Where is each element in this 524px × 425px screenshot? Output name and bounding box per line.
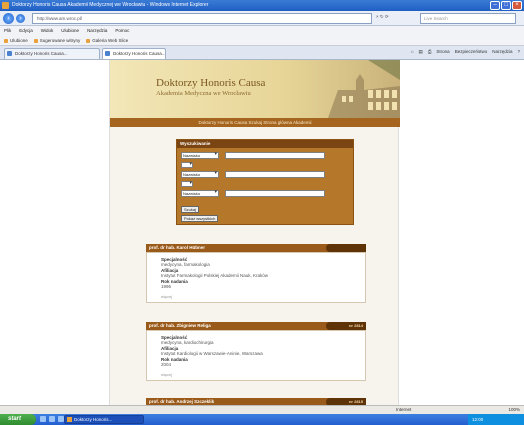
field-select-3[interactable]: Nazwisko <box>181 190 219 197</box>
web-slice-link[interactable]: Galeria Web Slice <box>86 36 128 45</box>
result-name: prof. dr hab. Andrzej Szczeklik <box>149 399 215 404</box>
ie-icon <box>67 417 72 422</box>
search-form-heading: Wyszukiwanie <box>177 140 353 148</box>
result-card-body: Specjalność medycyna, kardiochirurgia Af… <box>146 330 366 381</box>
safety-menu[interactable]: Bezpieczeństwo <box>455 49 488 55</box>
page-viewport[interactable]: Doktorzy Honoris Causa Akademia Medyczna… <box>0 60 524 414</box>
start-button[interactable]: start <box>0 414 36 425</box>
result-card-header[interactable]: prof. dr hab. Zbigniew Religa nr 2814 <box>146 322 366 330</box>
menu-favorites[interactable]: Ulubione <box>61 26 79 36</box>
result-badge: nr 2814 <box>326 322 366 330</box>
clock[interactable]: 12:00 <box>472 417 483 422</box>
year-value: 1996 <box>161 284 172 289</box>
more-link[interactable]: więcej <box>161 372 359 377</box>
tab-bar: Doktorzy Honoris Causa... Doktorzy Honor… <box>0 46 524 60</box>
favorites-link[interactable]: Ulubione <box>4 36 28 45</box>
command-bar: ⌂ ▤ ⎙ Strona Bezpieczeństwo Narzędzia ? <box>411 49 520 55</box>
page-icon <box>7 51 12 56</box>
discipline-value: medycyna, farmakologia <box>161 262 210 267</box>
result-card-header[interactable]: prof. dr hab. Karol Hübner <box>146 244 366 252</box>
security-zone[interactable]: Internet <box>396 406 411 414</box>
affiliation-value: Instytut Kardiologii w Warszawie-Aninie,… <box>161 351 263 356</box>
feeds-icon[interactable]: ▤ <box>419 49 423 55</box>
maximize-button[interactable]: □ <box>501 1 511 10</box>
zoom-level[interactable]: 100% <box>508 406 520 414</box>
site-subtitle: Akademia Medyczna we Wrocławiu <box>156 90 251 97</box>
menu-help[interactable]: Pomoc <box>115 26 129 36</box>
tools-menu[interactable]: Narzędzia <box>492 49 512 55</box>
menu-bar: Plik Edycja Widok Ulubione Narzędzia Pom… <box>0 26 524 36</box>
taskbar-item-label: Doktorzy Honoris... <box>74 417 113 422</box>
star-icon <box>4 38 8 43</box>
field-select-1[interactable]: Nazwisko <box>181 152 219 159</box>
suggested-sites-label: Sugerowane witryny <box>39 38 81 43</box>
quick-launch <box>40 416 64 422</box>
back-button[interactable]: ‹ <box>3 13 14 24</box>
result-card: prof. dr hab. Karol Hübner Specjalność m… <box>146 244 366 303</box>
taskbar-item[interactable]: Doktorzy Honoris... <box>64 415 144 424</box>
top-navigation[interactable]: Doktorzy Honoris Causa Szukaj Strona głó… <box>110 118 400 127</box>
operator-select-1[interactable] <box>181 161 193 168</box>
close-button[interactable]: × <box>512 1 522 10</box>
building-illustration <box>328 60 400 118</box>
year-value: 2004 <box>161 362 172 367</box>
result-card-body: Specjalność medycyna, farmakologia Afili… <box>146 252 366 303</box>
more-link[interactable]: więcej <box>161 294 359 299</box>
search-button[interactable]: Szukaj <box>181 206 200 213</box>
favorites-label: Ulubione <box>10 38 28 43</box>
refresh-stop-buttons[interactable]: × ↻ ⟳ <box>376 14 389 20</box>
print-icon[interactable]: ⎙ <box>428 49 432 55</box>
desktop-icon[interactable] <box>40 416 46 422</box>
search-input[interactable]: Live Search <box>420 13 516 24</box>
taskbar: start Doktorzy Honoris... 12:00 <box>0 414 524 425</box>
site-title: Doktorzy Honoris Causa <box>156 77 266 89</box>
affiliation-value: Instytut Farmakologii Polskiej Akademii … <box>161 273 269 278</box>
search-field-1[interactable] <box>225 152 325 159</box>
result-name: prof. dr hab. Zbigniew Religa <box>149 323 211 328</box>
search-field-2[interactable] <box>225 171 325 178</box>
ie-icon <box>2 2 9 9</box>
search-form: Wyszukiwanie Nazwisko Nazwisko Nazwisko … <box>176 139 354 225</box>
window-controls: – □ × <box>490 1 522 10</box>
menu-edit[interactable]: Edycja <box>19 26 33 36</box>
system-tray: 12:00 <box>468 414 524 425</box>
search-field-3[interactable] <box>225 190 325 197</box>
slice-icon <box>86 38 91 43</box>
web-slice-label: Galeria Web Slice <box>92 38 129 43</box>
status-bar: Internet 100% <box>0 405 524 414</box>
favorites-bar: Ulubione Sugerowane witryny Galeria Web … <box>0 36 524 46</box>
field-select-2[interactable]: Nazwisko <box>181 171 219 178</box>
menu-tools[interactable]: Narzędzia <box>87 26 107 36</box>
address-toolbar: ‹ › http://www.am.wroc.pl/ × ↻ ⟳ Live Se… <box>0 11 524 26</box>
page-menu[interactable]: Strona <box>436 49 449 55</box>
discipline-value: medycyna, kardiochirurgia <box>161 340 214 345</box>
tab-label: Doktorzy Honoris Causa... <box>113 51 166 56</box>
operator-select-2[interactable] <box>181 180 193 187</box>
window-title-bar[interactable]: Doktorzy Honoris Causa Akademii Medyczne… <box>0 0 524 11</box>
page-content: Doktorzy Honoris Causa Akademia Medyczna… <box>109 60 400 414</box>
tab-2[interactable]: Doktorzy Honoris Causa... <box>102 48 166 59</box>
help-menu[interactable]: ? <box>517 49 520 55</box>
minimize-button[interactable]: – <box>490 1 500 10</box>
suggested-sites-link[interactable]: Sugerowane witryny <box>33 36 81 45</box>
tab-1[interactable]: Doktorzy Honoris Causa... <box>4 48 100 59</box>
tab-label: Doktorzy Honoris Causa... <box>15 51 68 56</box>
home-icon[interactable]: ⌂ <box>411 49 414 55</box>
header-banner: Doktorzy Honoris Causa Akademia Medyczna… <box>110 60 400 118</box>
url-input[interactable]: http://www.am.wroc.pl/ <box>32 13 372 24</box>
page-icon <box>105 51 110 56</box>
window-title: Doktorzy Honoris Causa Akademii Medyczne… <box>12 2 209 8</box>
show-all-button[interactable]: Pokaż wszystkich <box>181 215 219 222</box>
site-icon <box>33 38 38 43</box>
menu-file[interactable]: Plik <box>4 26 11 36</box>
forward-button[interactable]: › <box>16 14 25 23</box>
browser-icon[interactable] <box>49 416 55 422</box>
result-card: prof. dr hab. Zbigniew Religa nr 2814 Sp… <box>146 322 366 381</box>
result-name: prof. dr hab. Karol Hübner <box>149 245 206 250</box>
menu-view[interactable]: Widok <box>41 26 54 36</box>
result-badge <box>326 244 366 252</box>
